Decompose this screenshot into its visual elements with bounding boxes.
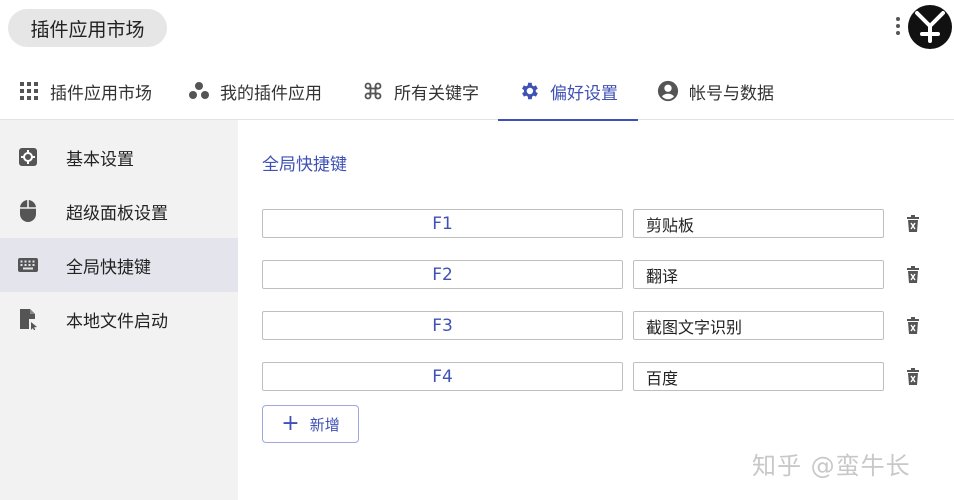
- gear-icon: [518, 80, 540, 102]
- sidebar-item-super-panel[interactable]: 超级面板设置: [0, 184, 238, 238]
- sidebar-item-basic-settings[interactable]: 基本设置: [0, 130, 238, 184]
- keyboard-icon: [17, 254, 39, 276]
- tab-label: 插件应用市场: [50, 83, 152, 104]
- action-field[interactable]: 剪贴板: [633, 209, 884, 238]
- delete-icon[interactable]: [903, 315, 923, 337]
- sidebar-item-label: 基本设置: [66, 149, 134, 170]
- watermark: 知乎 @蛮牛长: [752, 452, 911, 480]
- app-title: 插件应用市场: [8, 9, 167, 47]
- tab-account-data[interactable]: 帐号与数据: [657, 62, 774, 120]
- account-circle-icon: [657, 80, 679, 102]
- action-field[interactable]: 翻译: [633, 260, 884, 289]
- sidebar-item-label: 超级面板设置: [66, 203, 168, 224]
- action-field[interactable]: 百度: [633, 362, 884, 391]
- bubbles-icon: [188, 80, 210, 102]
- hotkey-field[interactable]: F4: [262, 362, 623, 391]
- hotkey-field[interactable]: F2: [262, 260, 623, 289]
- add-hotkey-button[interactable]: + 新增: [262, 405, 359, 443]
- plus-icon: +: [281, 411, 300, 436]
- delete-icon[interactable]: [903, 213, 923, 235]
- settings-box-icon: [17, 146, 39, 168]
- tab-all-keywords[interactable]: 所有关键字: [362, 62, 479, 120]
- sidebar: 基本设置 超级面板设置 全局快捷键 本地文件启动: [0, 120, 238, 500]
- command-icon: [362, 80, 384, 102]
- add-button-label: 新增: [309, 415, 340, 434]
- app-logo: [907, 4, 953, 50]
- sidebar-item-global-hotkeys[interactable]: 全局快捷键: [0, 238, 238, 292]
- sidebar-item-label: 全局快捷键: [66, 257, 151, 278]
- delete-icon[interactable]: [903, 366, 923, 388]
- more-vert-icon[interactable]: [893, 14, 903, 42]
- tab-plugin-market[interactable]: 插件应用市场: [18, 62, 152, 120]
- sidebar-item-label: 本地文件启动: [66, 311, 168, 332]
- delete-icon[interactable]: [903, 264, 923, 286]
- tab-bar: 插件应用市场 我的插件应用 所有关键字 偏好设置 帐号与数据: [0, 62, 954, 121]
- tab-label: 帐号与数据: [689, 83, 774, 104]
- file-launch-icon: [17, 308, 39, 330]
- sidebar-item-local-file-launch[interactable]: 本地文件启动: [0, 292, 238, 346]
- action-field[interactable]: 截图文字识别: [633, 311, 884, 340]
- tab-label: 我的插件应用: [220, 83, 322, 104]
- tab-preferences[interactable]: 偏好设置: [498, 62, 638, 121]
- hotkey-field[interactable]: F3: [262, 311, 623, 340]
- grid-icon: [18, 80, 40, 102]
- tab-label: 偏好设置: [550, 83, 618, 104]
- hotkey-field[interactable]: F1: [262, 209, 623, 238]
- mouse-icon: [17, 200, 39, 222]
- section-title: 全局快捷键: [262, 155, 347, 175]
- tab-my-plugins[interactable]: 我的插件应用: [188, 62, 322, 120]
- tab-label: 所有关键字: [394, 83, 479, 104]
